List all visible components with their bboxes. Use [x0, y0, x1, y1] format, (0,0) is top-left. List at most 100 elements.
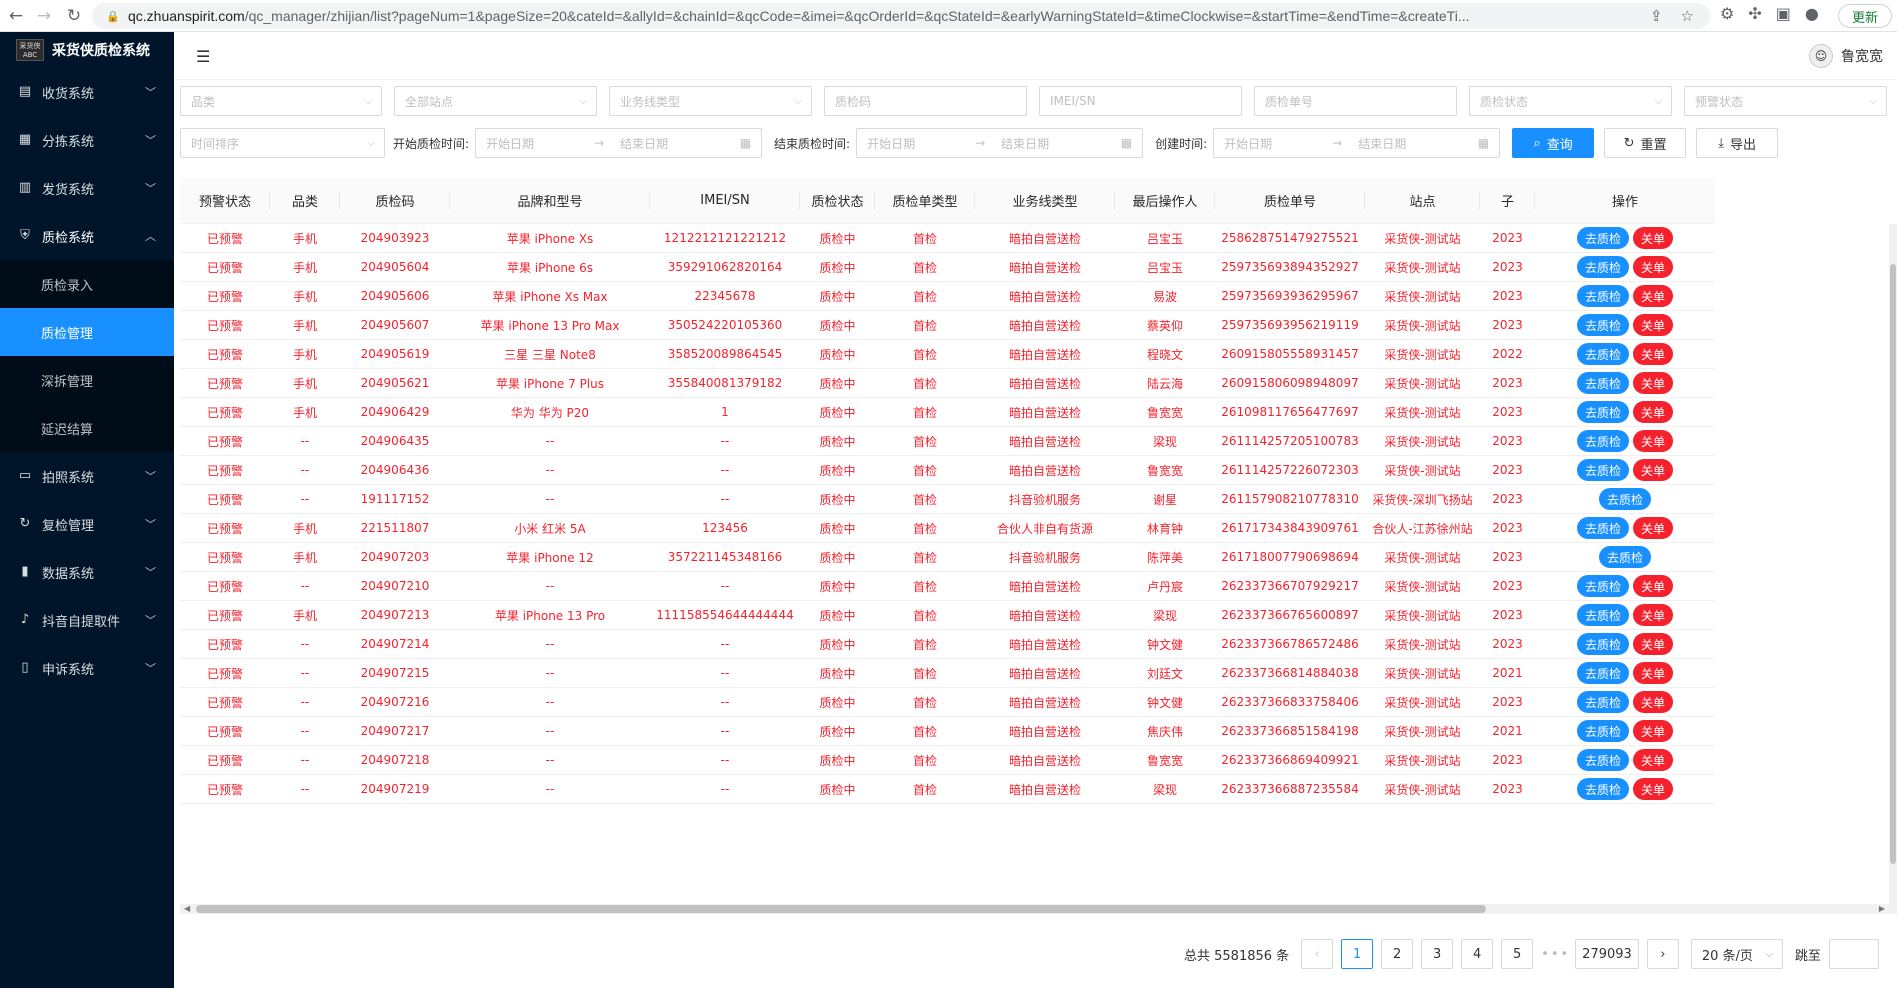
go-check-button[interactable]: 去质检	[1576, 430, 1629, 452]
scroll-right-icon[interactable]: ▶	[1879, 904, 1885, 913]
reload-icon[interactable]: ↻	[60, 2, 88, 30]
sidebar-item-3[interactable]: ⛨ 质检系统 ︿	[0, 212, 174, 260]
submenu-item-3[interactable]: 延迟结算	[0, 404, 174, 452]
close-order-button[interactable]: 关单	[1633, 575, 1674, 597]
go-check-button[interactable]: 去质检	[1576, 285, 1629, 307]
close-order-button[interactable]: 关单	[1633, 372, 1674, 394]
user-menu[interactable]: ☺ 鲁宽宽	[1809, 44, 1883, 68]
next-page-button[interactable]: ›	[1646, 939, 1679, 969]
go-check-button[interactable]: 去质检	[1576, 227, 1629, 249]
sidebar-item-2[interactable]: ▥ 发货系统 ﹀	[0, 164, 174, 212]
sidebar-item-6[interactable]: ▮ 数据系统 ﹀	[0, 548, 174, 596]
go-check-button[interactable]: 去质检	[1576, 604, 1629, 626]
table-cell: 2023	[1492, 637, 1523, 651]
page-button[interactable]: 3	[1421, 939, 1454, 969]
row-actions: 去质检 关单	[1535, 224, 1715, 252]
go-check-button[interactable]: 去质检	[1598, 488, 1651, 510]
qc-code-input[interactable]: 质检码	[824, 86, 1027, 116]
submenu-item-1[interactable]: 质检管理	[0, 308, 174, 356]
go-check-button[interactable]: 去质检	[1576, 372, 1629, 394]
sidebar-item-7[interactable]: ♪ 抖音自提取件 ﹀	[0, 596, 174, 644]
go-check-button[interactable]: 去质检	[1576, 256, 1629, 278]
page-button[interactable]: 5	[1501, 939, 1534, 969]
page-size-select[interactable]: 20 条/页 ⌵	[1690, 939, 1783, 969]
close-order-button[interactable]: 关单	[1633, 401, 1674, 423]
imei-input[interactable]: IMEI/SN	[1039, 86, 1242, 116]
close-order-button[interactable]: 关单	[1633, 285, 1674, 307]
close-order-button[interactable]: 关单	[1633, 314, 1674, 336]
address-bar[interactable]: 🔒 qc.zhuanspirit.com/qc_manager/zhijian/…	[92, 3, 1710, 29]
last-page-button[interactable]: 279093	[1575, 939, 1639, 969]
vertical-scroll-thumb[interactable]	[1890, 264, 1896, 864]
close-order-button[interactable]: 关单	[1633, 633, 1674, 655]
share-icon[interactable]: ⇪	[1650, 7, 1663, 25]
pagination-ellipsis[interactable]: •••	[1541, 947, 1568, 962]
table-cell: 质检中	[819, 521, 856, 536]
table-cell: 首检	[912, 289, 937, 304]
horizontal-scroll-thumb[interactable]	[196, 905, 1486, 913]
horizontal-scrollbar[interactable]: ◀ ▶	[180, 904, 1889, 914]
go-check-button[interactable]: 去质检	[1576, 662, 1629, 684]
create-time-range[interactable]: 开始日期 → 结束日期 ▦	[1213, 128, 1501, 158]
bookmark-star-icon[interactable]: ☆	[1681, 7, 1694, 25]
go-check-button[interactable]: 去质检	[1576, 691, 1629, 713]
sidepanel-icon[interactable]: ▣	[1776, 4, 1791, 23]
close-order-button[interactable]: 关单	[1633, 662, 1674, 684]
back-icon[interactable]: ←	[2, 2, 30, 30]
go-check-button[interactable]: 去质检	[1576, 343, 1629, 365]
close-order-button[interactable]: 关单	[1633, 720, 1674, 742]
reset-button[interactable]: ↻ 重置	[1604, 128, 1687, 158]
sidebar-item-4[interactable]: ▭ 拍照系统 ﹀	[0, 452, 174, 500]
extension-icon[interactable]: ⚙	[1720, 4, 1734, 23]
business-line-select[interactable]: 业务线类型 ⌵	[609, 86, 812, 116]
profile-icon[interactable]: ●	[1805, 4, 1819, 23]
puzzle-icon[interactable]: ✣	[1748, 4, 1761, 23]
page-button[interactable]: 4	[1461, 939, 1494, 969]
start-qc-time-range[interactable]: 开始日期 → 结束日期 ▦	[475, 128, 763, 158]
jump-page-input[interactable]	[1828, 939, 1879, 969]
sidebar-item-0[interactable]: ▤ 收货系统 ﹀	[0, 68, 174, 116]
time-sort-select[interactable]: 时间排序 ⌵	[180, 128, 385, 158]
sidebar-item-8[interactable]: ▯ 申诉系统 ﹀	[0, 644, 174, 692]
close-order-button[interactable]: 关单	[1633, 459, 1674, 481]
update-button[interactable]: 更新	[1838, 4, 1892, 28]
qc-state-select[interactable]: 质检状态 ⌵	[1469, 86, 1672, 116]
go-check-button[interactable]: 去质检	[1576, 720, 1629, 742]
qc-order-input[interactable]: 质检单号	[1254, 86, 1457, 116]
close-order-button[interactable]: 关单	[1633, 517, 1674, 539]
prev-page-button[interactable]: ‹	[1301, 939, 1334, 969]
menu-fold-icon[interactable]: ☰	[196, 47, 210, 66]
scroll-left-icon[interactable]: ◀	[184, 904, 190, 913]
export-button[interactable]: ⤓ 导出	[1696, 128, 1779, 158]
close-order-button[interactable]: 关单	[1633, 256, 1674, 278]
end-qc-time-range[interactable]: 开始日期 → 结束日期 ▦	[856, 128, 1144, 158]
page-button[interactable]: 1	[1341, 939, 1374, 969]
close-order-button[interactable]: 关单	[1633, 749, 1674, 771]
go-check-button[interactable]: 去质检	[1576, 517, 1629, 539]
go-check-button[interactable]: 去质检	[1576, 778, 1629, 800]
close-order-button[interactable]: 关单	[1633, 227, 1674, 249]
go-check-button[interactable]: 去质检	[1576, 749, 1629, 771]
forward-icon[interactable]: →	[30, 2, 58, 30]
submenu-item-2[interactable]: 深拆管理	[0, 356, 174, 404]
close-order-button[interactable]: 关单	[1633, 604, 1674, 626]
close-order-button[interactable]: 关单	[1633, 343, 1674, 365]
go-check-button[interactable]: 去质检	[1576, 575, 1629, 597]
go-check-button[interactable]: 去质检	[1598, 546, 1651, 568]
close-order-button[interactable]: 关单	[1633, 430, 1674, 452]
search-button[interactable]: ⌕ 查询	[1512, 128, 1595, 158]
go-check-button[interactable]: 去质检	[1576, 401, 1629, 423]
page-button[interactable]: 2	[1381, 939, 1414, 969]
category-select[interactable]: 品类 ⌵	[180, 86, 382, 116]
close-order-button[interactable]: 关单	[1633, 691, 1674, 713]
go-check-button[interactable]: 去质检	[1576, 459, 1629, 481]
go-check-button[interactable]: 去质检	[1576, 633, 1629, 655]
submenu-item-0[interactable]: 质检录入	[0, 260, 174, 308]
warning-state-select[interactable]: 预警状态 ⌵	[1684, 86, 1887, 116]
go-check-button[interactable]: 去质检	[1576, 314, 1629, 336]
vertical-scrollbar[interactable]	[1889, 224, 1897, 914]
station-select[interactable]: 全部站点 ⌵	[394, 86, 597, 116]
sidebar-item-1[interactable]: ▦ 分拣系统 ﹀	[0, 116, 174, 164]
sidebar-item-5[interactable]: ↻ 复检管理 ﹀	[0, 500, 174, 548]
close-order-button[interactable]: 关单	[1633, 778, 1674, 800]
